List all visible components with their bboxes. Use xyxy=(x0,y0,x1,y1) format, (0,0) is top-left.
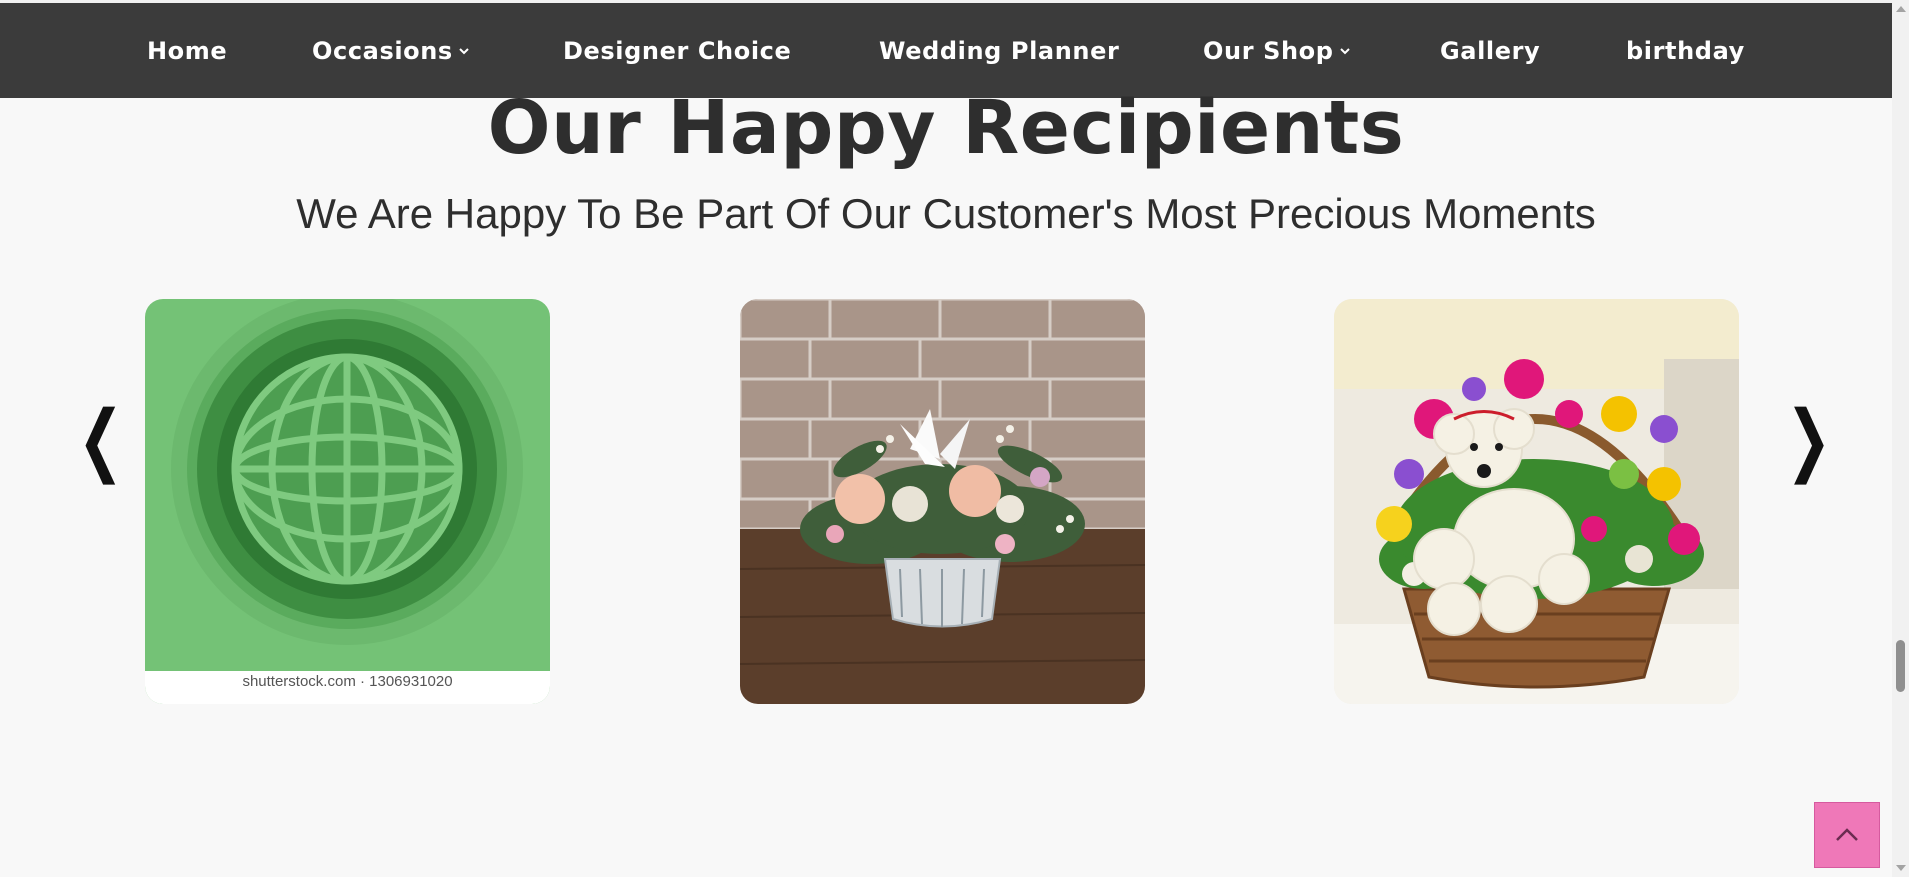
scroll-thumb[interactable] xyxy=(1896,640,1905,692)
carousel-prev-button[interactable]: ❮ xyxy=(78,395,124,485)
scroll-down-icon[interactable] xyxy=(1896,865,1906,871)
chevron-down-icon xyxy=(459,47,469,54)
flower-arrangement-icon xyxy=(740,299,1145,704)
nav-our-shop-label: Our Shop xyxy=(1203,36,1334,65)
carousel-next-button[interactable]: ❯ xyxy=(1786,395,1832,485)
chevron-up-icon xyxy=(1836,828,1858,841)
slide-flower-arrangement-image xyxy=(740,299,1145,704)
section-subtitle: We Are Happy To Be Part Of Our Customer'… xyxy=(296,190,1596,237)
nav-occasions-label: Occasions xyxy=(312,36,453,65)
vertical-scrollbar[interactable] xyxy=(1892,0,1909,877)
section-title: Our Happy Recipients xyxy=(487,85,1405,171)
page: Home Occasions Designer Choice Wedding P… xyxy=(0,0,1909,877)
chevron-down-icon xyxy=(1339,47,1350,54)
nav-gallery-label: Gallery xyxy=(1440,36,1541,65)
puppy-basket-icon xyxy=(1334,299,1739,704)
back-to-top-button[interactable] xyxy=(1814,802,1880,868)
nav-home-label: Home xyxy=(147,36,228,65)
scroll-up-icon[interactable] xyxy=(1896,6,1906,12)
slide-puppy-flower-basket-image xyxy=(1334,299,1739,704)
nav-designer-choice-label: Designer Choice xyxy=(563,36,792,65)
nav-wedding-planner-label: Wedding Planner xyxy=(879,36,1120,65)
nav-birthday-label: birthday xyxy=(1626,36,1745,65)
stock-watermark: shutterstock.com · 1306931020 xyxy=(242,673,453,690)
slide-globe-stock-image: shutterstock.com · 1306931020 xyxy=(145,299,550,704)
globe-icon xyxy=(145,299,550,704)
